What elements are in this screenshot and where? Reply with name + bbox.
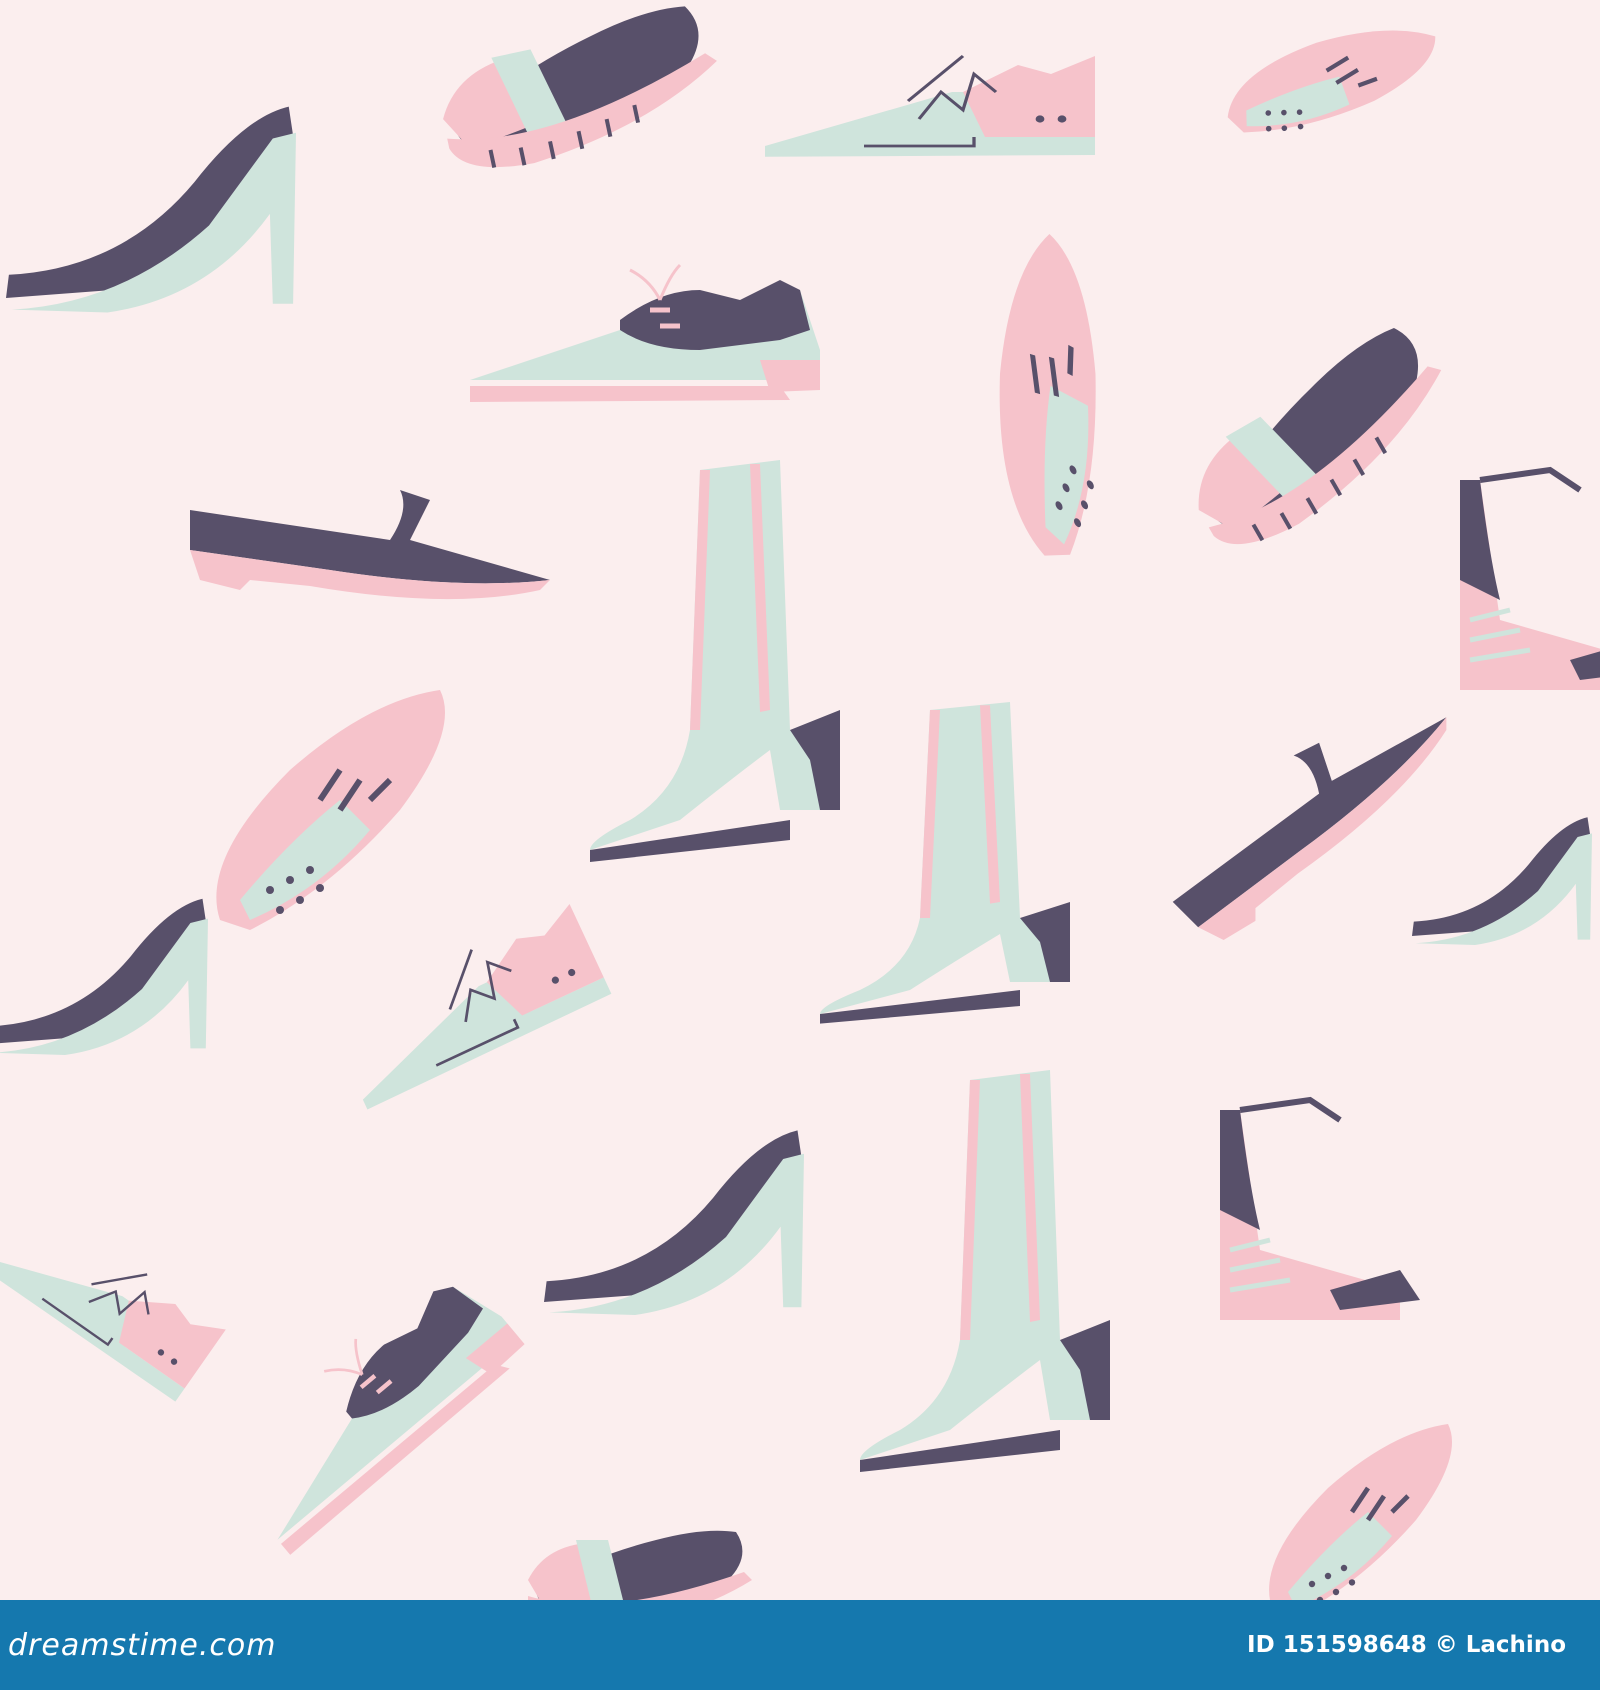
image-credit: ID 151598648 © Lachino [1247, 1632, 1566, 1658]
brand-logo[interactable]: dreamstime.com [8, 1628, 276, 1663]
stock-footer: dreamstime.com ID 151598648 © Lachino [0, 1600, 1600, 1690]
shoe-pattern-illustration [0, 0, 1600, 1600]
